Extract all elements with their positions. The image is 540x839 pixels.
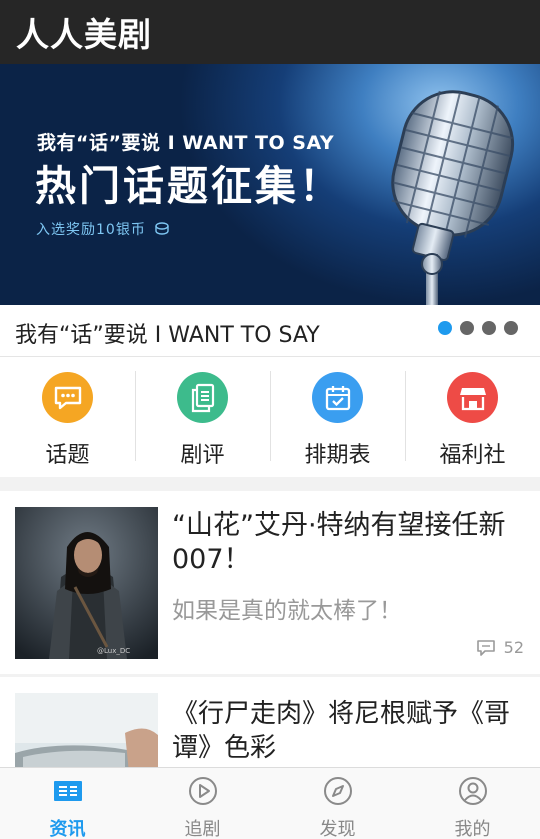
carousel-dots bbox=[438, 321, 518, 335]
carousel-caption-bar: 我有“话”要说 I WANT TO SAY bbox=[0, 305, 540, 357]
nav-news[interactable]: 资讯 bbox=[0, 768, 135, 839]
carousel-dot-3[interactable] bbox=[482, 321, 496, 335]
shortcut-topics[interactable]: 话题 bbox=[0, 357, 135, 477]
hero-banner[interactable]: 我有“话”要说 I WANT TO SAY 热门话题征集！ 入选奖励10银币 bbox=[0, 64, 540, 305]
play-icon bbox=[189, 777, 217, 805]
shortcut-schedule[interactable]: 排期表 bbox=[270, 357, 405, 477]
banner-reward: 入选奖励10银币 bbox=[36, 219, 170, 239]
comment-count-group[interactable]: 52 bbox=[476, 638, 524, 657]
shortcut-welfare-label: 福利社 bbox=[439, 443, 506, 468]
banner-reward-text: 入选奖励10银币 bbox=[36, 222, 146, 238]
news-title: “山花”艾丹·特纳有望接任新007！ bbox=[172, 510, 506, 575]
compass-icon bbox=[324, 777, 352, 805]
bottom-nav: 资讯 追剧 发现 我的 bbox=[0, 767, 540, 839]
nav-profile-label: 我的 bbox=[454, 819, 491, 839]
nav-discover[interactable]: 发现 bbox=[270, 768, 405, 839]
carousel-dot-1[interactable] bbox=[438, 321, 452, 335]
nav-profile[interactable]: 我的 bbox=[405, 768, 540, 839]
carousel-caption: 我有“话”要说 I WANT TO SAY bbox=[15, 323, 320, 348]
app-root: 人人美剧 我有“话”要说 I WANT TO SAY 热门话题征集！ 入选奖励1… bbox=[0, 0, 540, 839]
banner-subtitle: 我有“话”要说 I WANT TO SAY bbox=[37, 132, 335, 154]
top-bar: 人人美剧 bbox=[0, 0, 540, 64]
user-icon bbox=[459, 777, 487, 805]
banner-headline: 热门话题征集！ bbox=[35, 162, 343, 210]
comment-count: 52 bbox=[503, 638, 524, 657]
shortcut-reviews-label: 剧评 bbox=[180, 443, 225, 468]
news-title: 《行尸走肉》将尼根赋予《哥谭》色彩 bbox=[172, 699, 511, 763]
shortcut-grid: 话题 剧评 排期表 福利社 bbox=[0, 357, 540, 477]
news-subtitle: 如果是真的就太棒了！ bbox=[172, 598, 402, 624]
chat-bubble-icon bbox=[42, 372, 93, 423]
news-thumbnail bbox=[15, 693, 158, 767]
app-title: 人人美剧 bbox=[16, 15, 152, 54]
shortcut-schedule-label: 排期表 bbox=[304, 443, 371, 468]
thumbnail-credit: @Lux_DC bbox=[97, 647, 131, 655]
calendar-icon bbox=[312, 372, 363, 423]
coin-icon bbox=[155, 222, 169, 235]
shortcut-reviews[interactable]: 剧评 bbox=[135, 357, 270, 477]
shortcut-welfare[interactable]: 福利社 bbox=[405, 357, 540, 477]
news-card[interactable]: 《行尸走肉》将尼根赋予《哥谭》色彩 bbox=[0, 677, 540, 767]
nav-follow-label: 追剧 bbox=[184, 819, 221, 839]
news-card[interactable]: @Lux_DC “山花”艾丹·特纳有望接任新007！ 如果是真的就太棒了！ 52 bbox=[0, 491, 540, 674]
nav-discover-label: 发现 bbox=[319, 819, 356, 839]
nav-news-label: 资讯 bbox=[49, 819, 86, 839]
comment-icon bbox=[476, 639, 495, 656]
shortcut-topics-label: 话题 bbox=[45, 443, 90, 468]
carousel-dot-2[interactable] bbox=[460, 321, 474, 335]
nav-follow[interactable]: 追剧 bbox=[135, 768, 270, 839]
document-icon bbox=[177, 372, 228, 423]
shop-icon bbox=[447, 372, 498, 423]
carousel-dot-4[interactable] bbox=[504, 321, 518, 335]
news-thumbnail: @Lux_DC bbox=[15, 507, 158, 659]
news-icon bbox=[54, 781, 82, 801]
